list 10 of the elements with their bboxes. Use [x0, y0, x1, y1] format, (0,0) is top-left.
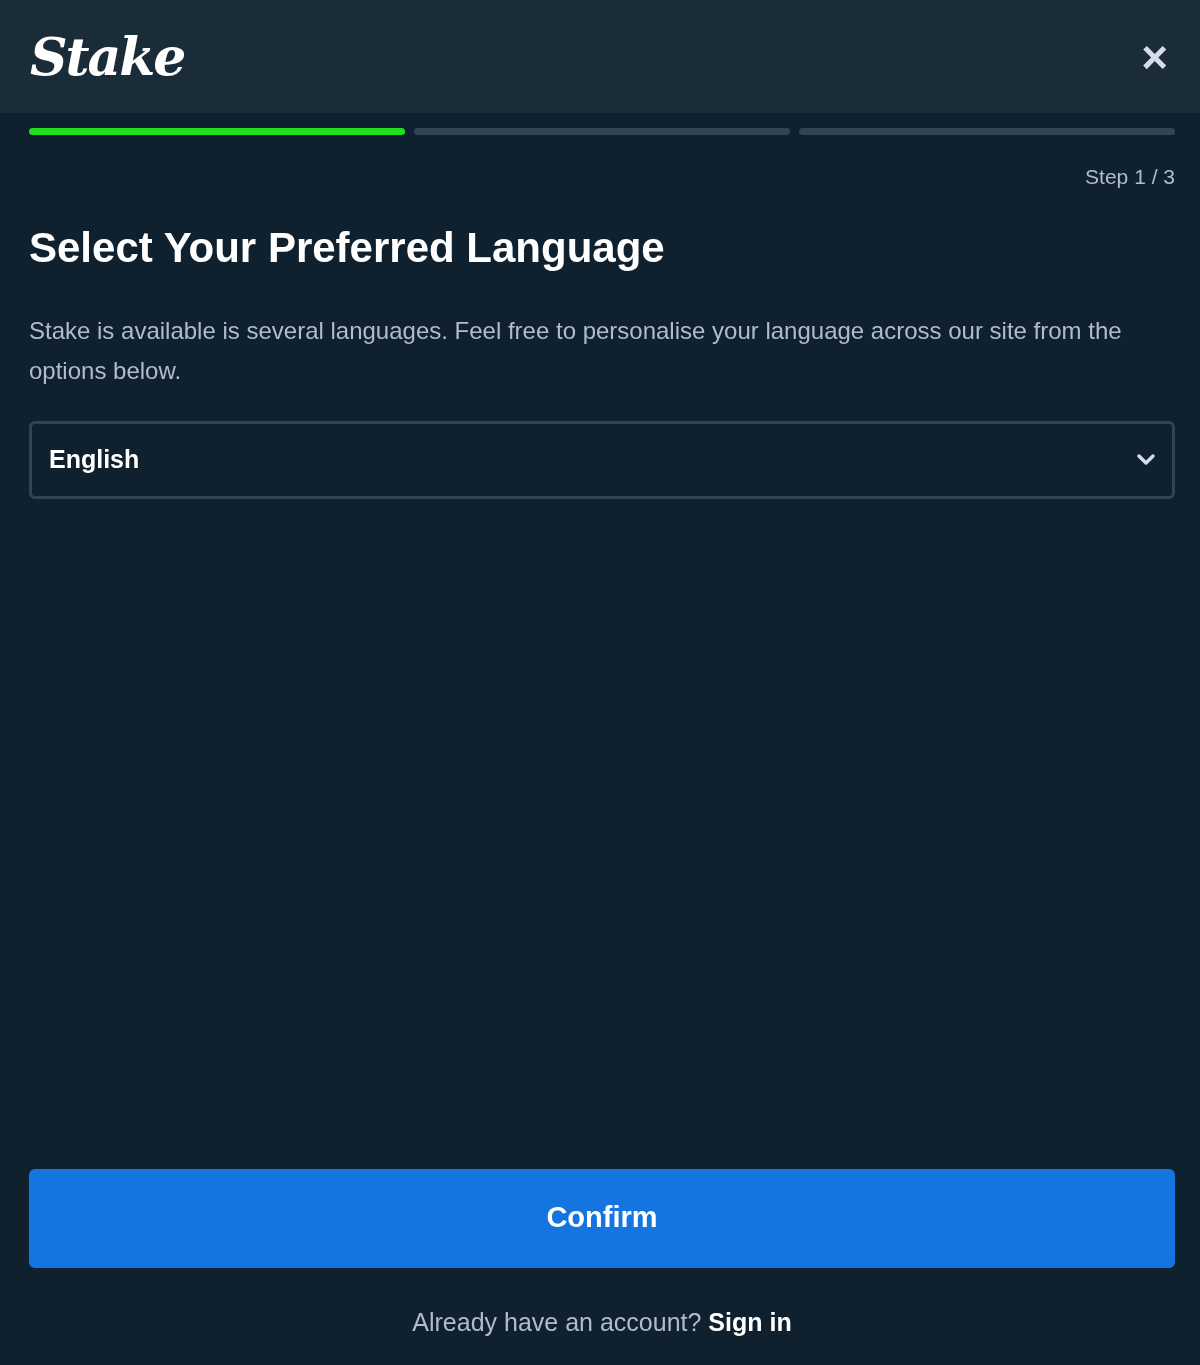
close-button[interactable]: × — [1137, 33, 1172, 80]
logo: Stake — [30, 30, 185, 83]
step-indicator: Step 1 / 3 — [1084, 164, 1175, 190]
chevron-down-icon — [1136, 452, 1156, 467]
confirm-button[interactable]: Confirm — [29, 1168, 1175, 1268]
language-select[interactable]: English — [29, 420, 1175, 499]
sign-in-link[interactable]: Sign in — [708, 1307, 792, 1336]
page-title: Select Your Preferred Language — [29, 222, 666, 273]
account-prompt: Already have an account? — [412, 1307, 702, 1336]
description: Stake is available is several languages. Feel free to personalise your language across our site from the options below. — [29, 315, 1123, 386]
